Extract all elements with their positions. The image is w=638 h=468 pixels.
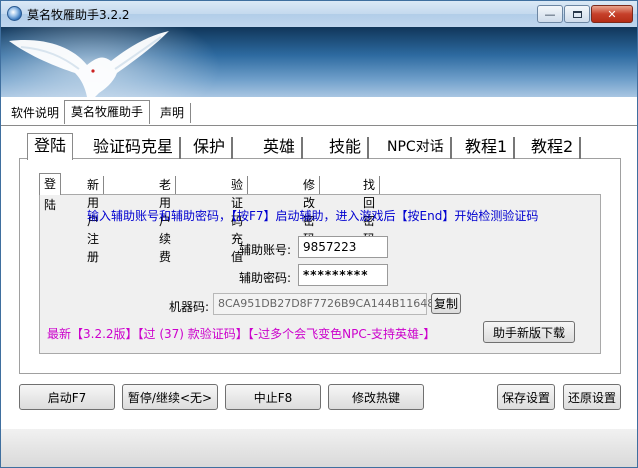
tab-hero[interactable]: 英雄 (257, 137, 304, 159)
subtab-renew[interactable]: 老用户续费 (155, 176, 177, 264)
subtab-register[interactable]: 新用户注册 (83, 176, 105, 264)
subtab-change-password[interactable]: 修改密码 (299, 176, 321, 246)
password-label: 辅助密码: (239, 271, 292, 285)
outer-tab-strip: 软件说明 莫名牧雁助手 声明 (1, 97, 637, 127)
tab-tutorial-1[interactable]: 教程1 (459, 137, 516, 159)
stop-button[interactable]: 中止F8 (225, 384, 321, 410)
version-news: 最新【3.2.2版】【过 (37) 款验证码】【-过多个会飞变色NPC-支持英雄… (47, 327, 436, 341)
maximize-button[interactable] (564, 5, 590, 23)
account-field[interactable]: 9857223 (298, 236, 388, 258)
subtab-recover-password[interactable]: 找回密码 (359, 176, 381, 246)
app-window: 莫名牧雁助手3.2.2 — ✕ 软件说明 莫名牧雁助手 声明 登陆 验证码克星 … (0, 0, 638, 468)
subtab-captcha-recharge[interactable]: 验证码充值 (227, 176, 249, 264)
app-icon (7, 6, 22, 21)
download-new-version-button[interactable]: 助手新版下载 (483, 321, 575, 343)
tab-npc-dialog[interactable]: NPC对话 (381, 137, 452, 159)
tab-login[interactable]: 登陆 (27, 133, 74, 160)
minimize-button[interactable]: — (537, 5, 563, 23)
banner-image (1, 27, 637, 97)
copy-button[interactable]: 复制 (431, 293, 461, 314)
tab-captcha-breaker[interactable]: 验证码克星 (87, 137, 182, 159)
close-button[interactable]: ✕ (591, 5, 633, 23)
start-button[interactable]: 启动F7 (19, 384, 115, 410)
machine-code-field[interactable]: 8CA951DB27D8F7726B9CA144B1164844 (213, 293, 448, 315)
title-bar[interactable]: 莫名牧雁助手3.2.2 — ✕ (1, 1, 637, 27)
tab-software-help[interactable]: 软件说明 (5, 103, 67, 123)
tab-protect[interactable]: 保护 (187, 137, 234, 159)
save-settings-button[interactable]: 保存设置 (497, 384, 555, 410)
tab-skills[interactable]: 技能 (323, 137, 370, 159)
account-label: 辅助账号: (239, 243, 292, 257)
maximize-icon (572, 10, 582, 18)
dove-icon (9, 31, 169, 97)
minimize-icon: — (544, 7, 556, 21)
main-tab-strip: 登陆 验证码克星 保护 英雄 技能 NPC对话 教程1 教程2 (19, 133, 619, 160)
edit-hotkey-button[interactable]: 修改热键 (328, 384, 424, 410)
bottom-strip (1, 429, 637, 467)
machine-code-label: 机器码: (169, 300, 210, 314)
close-icon: ✕ (607, 7, 617, 21)
restore-settings-button[interactable]: 还原设置 (563, 384, 621, 410)
subtab-login[interactable]: 登陆 (39, 173, 62, 212)
tab-tutorial-2[interactable]: 教程2 (525, 137, 582, 159)
pause-resume-button[interactable]: 暂停/继续<无> (122, 384, 218, 410)
tab-assistant[interactable]: 莫名牧雁助手 (64, 100, 151, 124)
password-field[interactable]: ********* (298, 264, 388, 286)
login-instruction: 输入辅助账号和辅助密码，【按F7】启动辅助，进入游戏后【按End】开始检测验证码 (87, 209, 539, 223)
tab-statement[interactable]: 声明 (154, 103, 192, 123)
window-title: 莫名牧雁助手3.2.2 (27, 8, 130, 22)
